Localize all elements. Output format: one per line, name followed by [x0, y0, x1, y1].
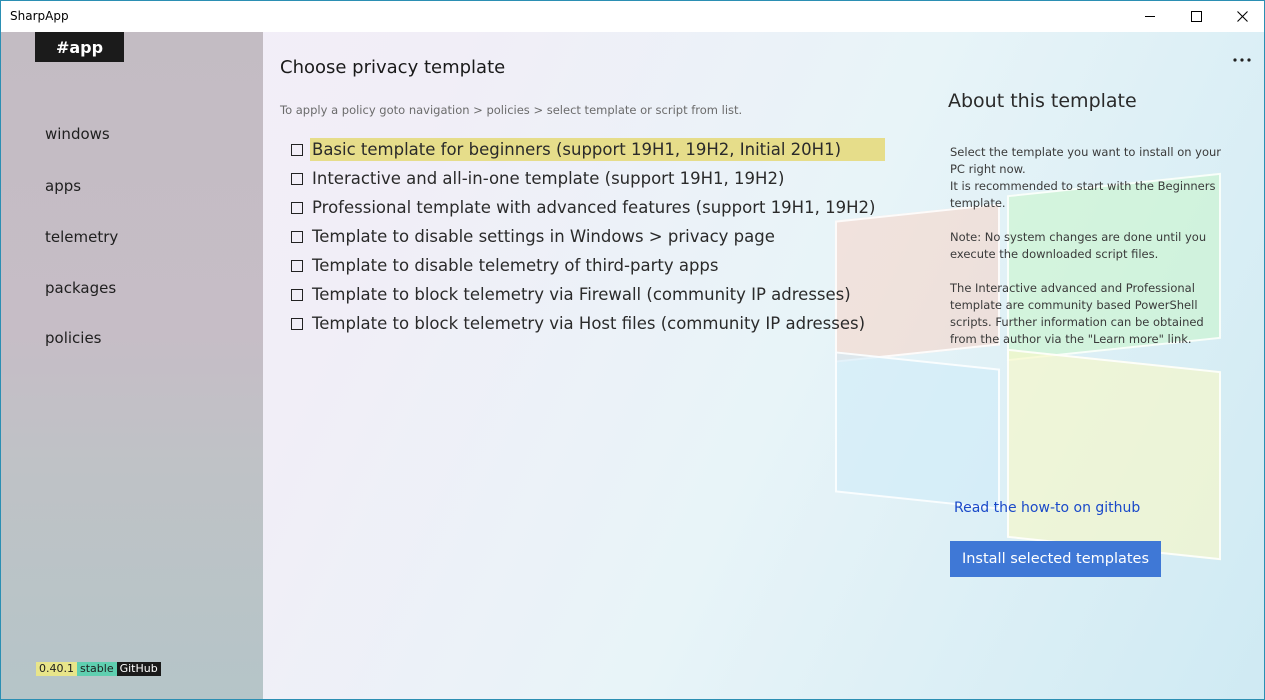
page-title: Choose privacy template — [280, 57, 506, 78]
about-description: Select the template you want to install … — [950, 144, 1226, 365]
template-checkbox[interactable] — [291, 230, 303, 243]
channel-badge: stable — [77, 662, 117, 676]
minimize-button[interactable] — [1127, 1, 1173, 32]
list-item[interactable]: Basic template for beginners (support 19… — [291, 135, 891, 164]
template-label: Template to disable settings in Windows … — [312, 227, 775, 246]
window-title: SharpApp — [10, 9, 69, 23]
sidebar: #app windows apps telemetry packages pol… — [1, 32, 263, 699]
title-bar[interactable]: SharpApp — [1, 1, 1264, 32]
list-item[interactable]: Template to disable telemetry of third-p… — [291, 251, 891, 280]
close-button[interactable] — [1219, 1, 1264, 32]
list-item[interactable]: Template to disable settings in Windows … — [291, 222, 891, 251]
version-badges: 0.40.1 stable GitHub — [36, 662, 161, 676]
more-options-button[interactable] — [1229, 52, 1255, 72]
template-checkbox[interactable] — [291, 288, 303, 301]
app-badge[interactable]: #app — [35, 32, 124, 62]
maximize-button[interactable] — [1173, 1, 1219, 32]
page-hint: To apply a policy goto navigation > poli… — [280, 103, 743, 117]
template-label: Template to disable telemetry of third-p… — [312, 256, 719, 275]
template-label: Professional template with advanced feat… — [312, 198, 876, 217]
ellipsis-icon — [1233, 58, 1251, 62]
about-paragraph: The Interactive advanced and Professiona… — [950, 281, 1204, 346]
sidebar-item-apps[interactable]: apps — [45, 177, 81, 195]
template-checkbox[interactable] — [291, 259, 303, 272]
list-item[interactable]: Template to block telemetry via Host fil… — [291, 309, 891, 338]
sidebar-item-windows[interactable]: windows — [45, 125, 110, 143]
sidebar-item-telemetry[interactable]: telemetry — [45, 228, 118, 246]
template-label: Template to block telemetry via Host fil… — [312, 314, 866, 333]
list-item[interactable]: Interactive and all-in-one template (sup… — [291, 164, 891, 193]
template-checkbox[interactable] — [291, 201, 303, 214]
template-label: Basic template for beginners (support 19… — [310, 138, 886, 161]
template-checkbox[interactable] — [291, 143, 303, 156]
app-window: SharpApp #app windows apps telemetry pac… — [0, 0, 1265, 700]
about-paragraph: Note: No system changes are done until y… — [950, 230, 1207, 261]
close-icon — [1236, 11, 1248, 22]
template-label: Interactive and all-in-one template (sup… — [312, 169, 785, 188]
howto-link[interactable]: Read the how-to on github — [954, 500, 1140, 516]
template-list: Basic template for beginners (support 19… — [291, 135, 891, 338]
template-checkbox[interactable] — [291, 172, 303, 185]
list-item[interactable]: Professional template with advanced feat… — [291, 193, 891, 222]
list-item[interactable]: Template to block telemetry via Firewall… — [291, 280, 891, 309]
github-badge[interactable]: GitHub — [116, 662, 161, 676]
minimize-icon — [1145, 16, 1155, 17]
about-title: About this template — [948, 90, 1137, 112]
sidebar-item-packages[interactable]: packages — [45, 279, 116, 297]
sidebar-item-policies[interactable]: policies — [45, 329, 102, 347]
version-number-badge: 0.40.1 — [36, 662, 77, 676]
wallpaper-pane — [1007, 348, 1221, 561]
template-label: Template to block telemetry via Firewall… — [312, 285, 851, 304]
about-paragraph: Select the template you want to install … — [950, 145, 1222, 210]
template-checkbox[interactable] — [291, 317, 303, 330]
maximize-icon — [1190, 11, 1202, 22]
install-button[interactable]: Install selected templates — [950, 541, 1161, 577]
main-content: Choose privacy template To apply a polic… — [263, 32, 1264, 699]
wallpaper-pane — [835, 351, 1000, 510]
